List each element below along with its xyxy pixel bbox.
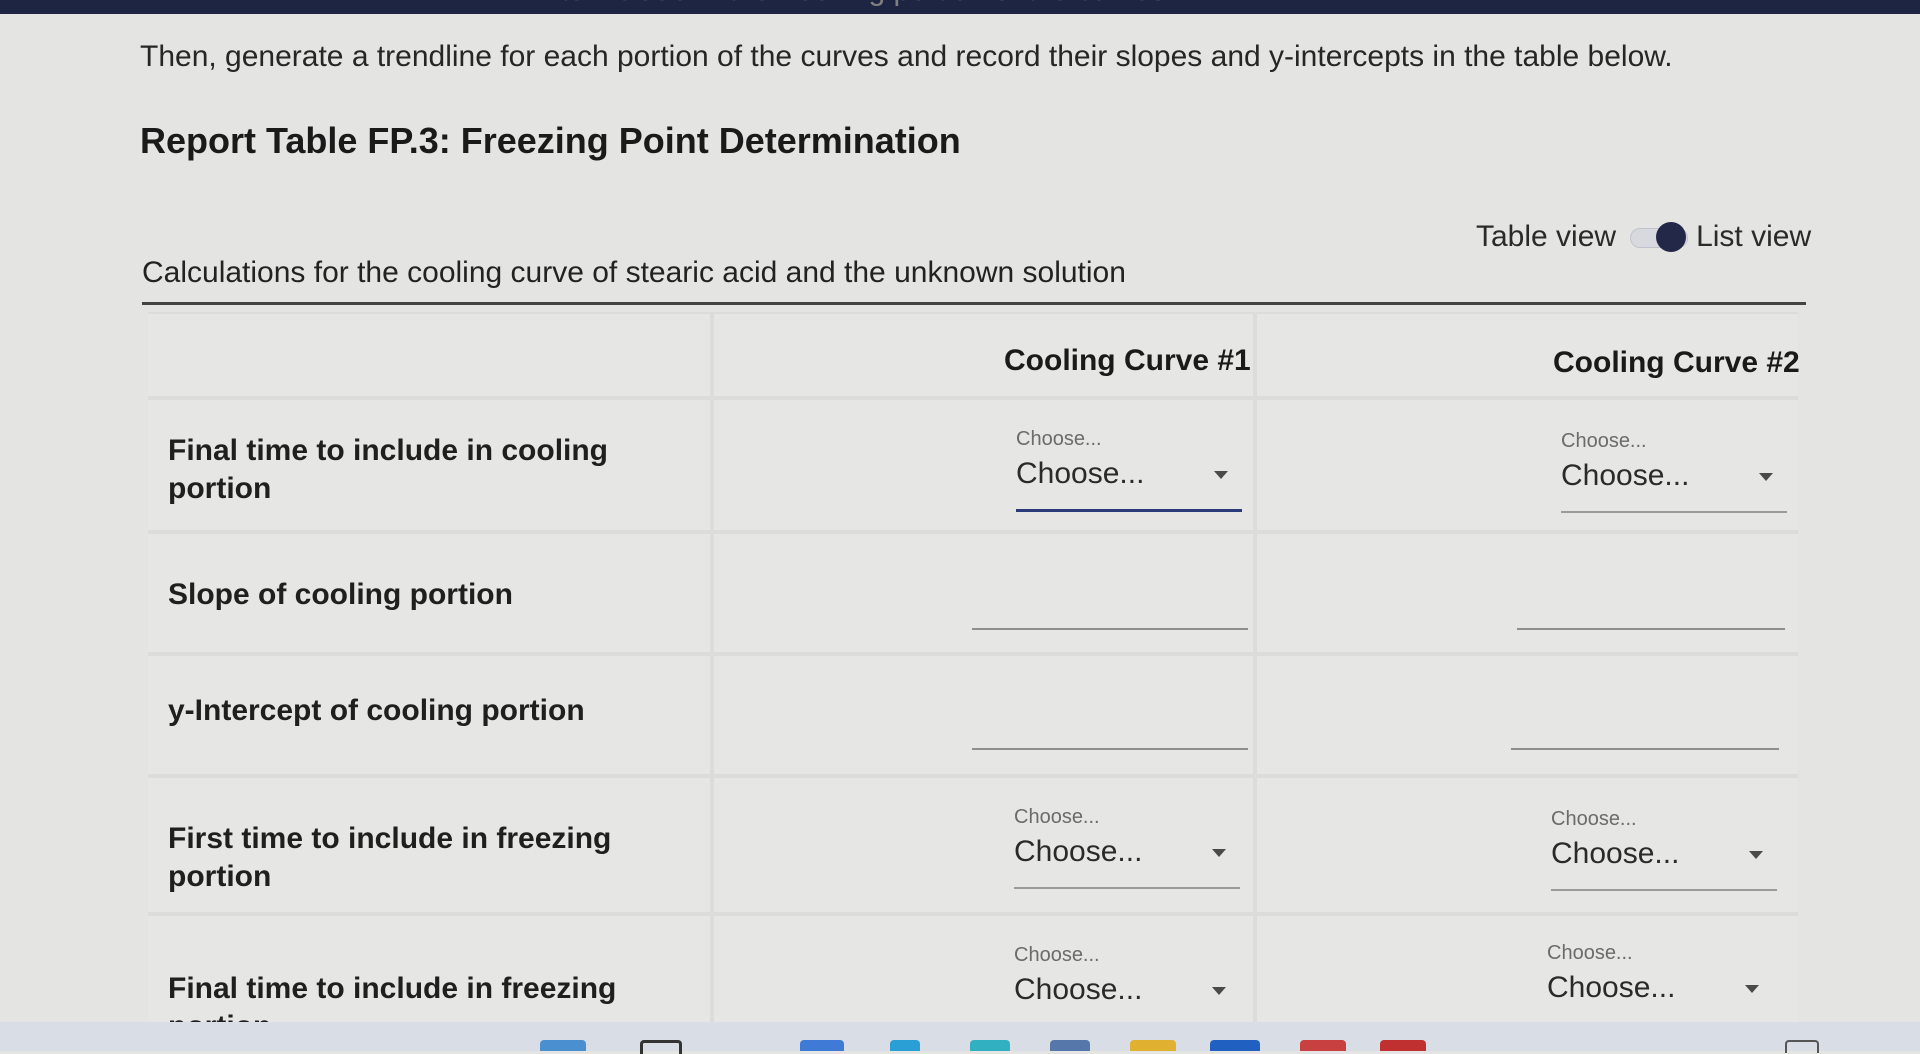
final-time-cooling-select-curve1[interactable]: Choose... Choose... (1016, 428, 1242, 512)
chevron-down-icon (1759, 473, 1773, 481)
row-value-cell (1257, 656, 1798, 774)
select-underline (1561, 511, 1787, 513)
intercept-input-curve1[interactable] (972, 748, 1248, 750)
row-label: y-Intercept of cooling portion (168, 694, 585, 727)
final-time-cooling-select-curve2[interactable]: Choose... Choose... (1561, 430, 1787, 513)
select-value: Choose... (1547, 971, 1676, 1004)
taskbar-app-icon[interactable] (1380, 1040, 1426, 1051)
select-value: Choose... (1016, 457, 1145, 490)
instruction-text: Then, generate a trendline for each port… (140, 40, 1673, 73)
taskbar-app-icon[interactable] (540, 1040, 586, 1051)
taskbar-app-icon[interactable] (1050, 1040, 1090, 1051)
select-hint: Choose... (1551, 808, 1637, 830)
row-value-cell: Choose... Choose... (1257, 778, 1798, 912)
row-value-cell (1257, 534, 1798, 652)
row-value-cell: Choose... Choose... (714, 400, 1253, 530)
folder-icon[interactable] (1130, 1040, 1176, 1051)
chevron-down-icon (1749, 851, 1763, 859)
select-hint: Choose... (1547, 942, 1633, 964)
row-label: Final time to include in cooling portion (168, 434, 609, 505)
select-underline (1014, 887, 1240, 889)
slope-input-curve2[interactable] (1517, 628, 1785, 630)
first-time-freezing-select-curve2[interactable]: Choose... Choose... (1551, 808, 1777, 891)
view-toggle: Table view List view (1476, 220, 1811, 254)
row-label-cell: Slope of cooling portion (148, 534, 710, 652)
select-hint: Choose... (1561, 430, 1647, 452)
table-view-label[interactable]: Table view (1476, 220, 1616, 254)
select-hint: Choose... (1014, 944, 1100, 966)
header-blank-cell (148, 314, 710, 396)
chevron-down-icon (1212, 849, 1226, 857)
row-value-cell: Choose... Choose... (714, 778, 1253, 912)
header-cell-curve2: Cooling Curve #2 (1257, 314, 1800, 396)
intercept-input-curve2[interactable] (1511, 748, 1779, 750)
taskbar-app-icon[interactable] (1300, 1040, 1346, 1051)
taskbar-app-icon[interactable] (1210, 1040, 1260, 1051)
report-title: Report Table FP.3: Freezing Point Determ… (140, 120, 961, 161)
row-label: Slope of cooling portion (168, 578, 513, 611)
taskbar-app-icon[interactable] (890, 1040, 920, 1051)
row-value-cell (714, 534, 1253, 652)
taskbar (0, 1022, 1920, 1051)
select-value: Choose... (1014, 835, 1143, 868)
row-label: First time to include in freezing portio… (168, 822, 612, 893)
row-label-cell: Final time to include in cooling portion (148, 400, 710, 530)
header-cell-curve1: Cooling Curve #1 (714, 314, 1253, 396)
table-caption: Calculations for the cooling curve of st… (142, 256, 1126, 289)
column-header-curve1: Cooling Curve #1 (1004, 344, 1251, 377)
select-value: Choose... (1014, 973, 1143, 1006)
chevron-down-icon (1745, 985, 1759, 993)
chevron-down-icon (1214, 471, 1228, 479)
select-underline (1551, 889, 1777, 891)
toggle-knob (1656, 222, 1687, 252)
row-value-cell (714, 656, 1253, 774)
chevron-down-icon (1212, 987, 1226, 995)
final-time-freezing-select-curve1[interactable]: Choose... Choose... (1014, 944, 1240, 1007)
keyboard-icon[interactable] (1785, 1040, 1819, 1053)
select-value: Choose... (1561, 459, 1690, 492)
select-value: Choose... (1551, 837, 1680, 870)
list-view-label[interactable]: List view (1696, 220, 1811, 254)
taskbar-app-icon[interactable] (800, 1040, 844, 1051)
row-label-cell: First time to include in freezing portio… (148, 778, 710, 912)
view-toggle-switch[interactable] (1630, 222, 1689, 252)
select-hint: Choose... (1014, 806, 1100, 828)
row-value-cell: Choose... Choose... (1257, 400, 1798, 530)
search-icon[interactable] (640, 1040, 682, 1054)
select-underline (1016, 509, 1242, 512)
slope-input-curve1[interactable] (972, 628, 1248, 630)
select-hint: Choose... (1016, 428, 1102, 450)
column-header-curve2: Cooling Curve #2 (1553, 346, 1800, 379)
final-time-freezing-select-curve2[interactable]: Choose... Choose... (1547, 942, 1773, 1005)
row-label-cell: y-Intercept of cooling portion (148, 656, 710, 774)
first-time-freezing-select-curve1[interactable]: Choose... Choose... (1014, 806, 1240, 889)
caption-divider (142, 302, 1806, 305)
report-table: Cooling Curve #1 Cooling Curve #2 Final … (148, 312, 1800, 1051)
taskbar-app-icon[interactable] (970, 1040, 1010, 1051)
cut-off-text: to include in the freezing portion of th… (560, 0, 1165, 8)
